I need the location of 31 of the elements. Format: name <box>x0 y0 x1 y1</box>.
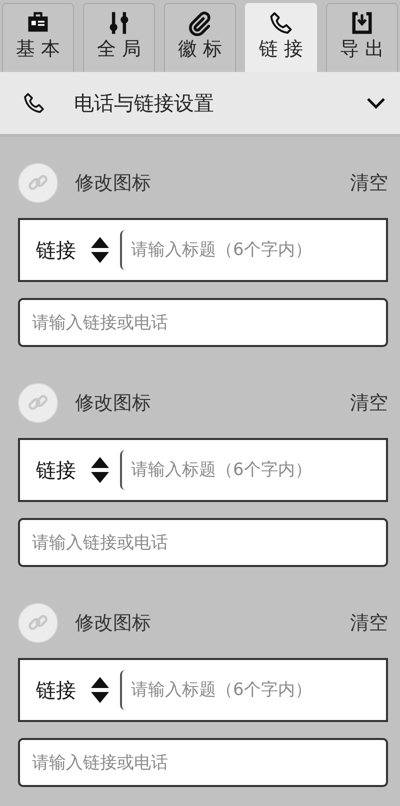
title-field[interactable]: 链接 请输入标题（6个字内） <box>18 438 388 502</box>
phone-icon <box>22 91 46 115</box>
tab[interactable]: 链 接 <box>245 3 317 72</box>
url-field[interactable]: 请输入链接或电话 <box>18 298 388 347</box>
link-icon[interactable] <box>18 163 58 203</box>
section-title: 电话与链接设置 <box>74 90 215 116</box>
paperclip-icon <box>187 10 213 36</box>
up-down-icon <box>90 235 110 265</box>
type-select[interactable]: 链接 <box>36 456 76 484</box>
tab[interactable]: 全 局 <box>83 3 155 72</box>
url-field[interactable]: 请输入链接或电话 <box>18 518 388 567</box>
clear-link[interactable]: 清空 <box>350 610 388 636</box>
type-select[interactable]: 链接 <box>36 236 76 264</box>
clear-link[interactable]: 清空 <box>350 170 388 196</box>
change-icon-link[interactable]: 修改图标 <box>75 610 350 636</box>
up-down-icon <box>90 675 110 705</box>
clear-link[interactable]: 清空 <box>350 390 388 416</box>
change-icon-link[interactable]: 修改图标 <box>75 390 350 416</box>
title-field[interactable]: 链接 请输入标题（6个字内） <box>18 658 388 722</box>
url-field[interactable]: 请输入链接或电话 <box>18 738 388 787</box>
title-field[interactable]: 链接 请输入标题（6个字内） <box>18 218 388 282</box>
link-icon[interactable] <box>18 383 58 423</box>
change-icon-link[interactable]: 修改图标 <box>75 170 350 196</box>
section-header[interactable]: 电话与链接设置 <box>0 72 400 137</box>
up-down-icon <box>90 455 110 485</box>
tab[interactable]: 导 出 <box>326 3 398 72</box>
tab[interactable]: 基 本 <box>2 3 74 72</box>
type-select[interactable]: 链接 <box>36 676 76 704</box>
tab[interactable]: 徽 标 <box>164 3 236 72</box>
link-icon[interactable] <box>18 603 58 643</box>
phone-icon <box>268 10 294 36</box>
